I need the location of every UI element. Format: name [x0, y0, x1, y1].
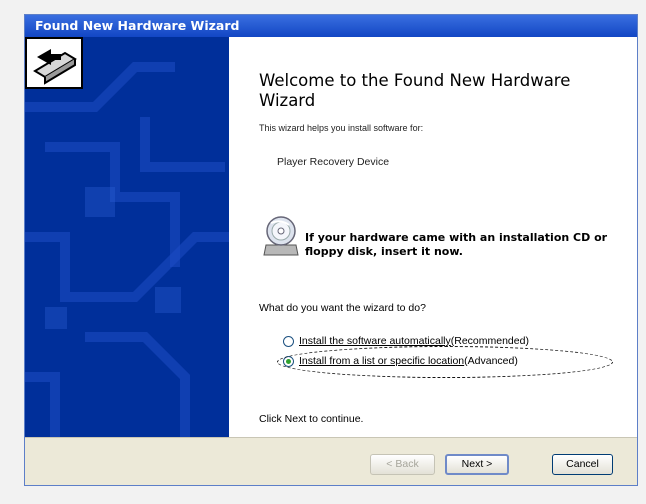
wizard-window: Found New Hardware Wizard Welcome to the… [24, 14, 638, 486]
wizard-content: Welcome to the Found New Hardware Wizard… [229, 37, 637, 437]
continue-text: Click Next to continue. [259, 413, 364, 425]
circuit-pattern-graphic [25, 62, 229, 437]
window-title: Found New Hardware Wizard [25, 15, 637, 37]
page-title: Welcome to the Found New Hardware Wizard [259, 71, 571, 110]
cd-disc-icon [263, 216, 299, 256]
hardware-wizard-icon [25, 37, 83, 89]
next-button[interactable]: Next > [445, 454, 509, 475]
button-bar: < Back Next > Cancel [25, 437, 637, 485]
option-install-automatically[interactable]: Install the software automatically (Reco… [283, 335, 529, 347]
wizard-question: What do you want the wizard to do? [259, 302, 426, 314]
back-button[interactable]: < Back [370, 454, 435, 475]
radio-button-icon[interactable] [283, 335, 294, 347]
cd-prompt: If your hardware came with an installati… [305, 231, 608, 258]
highlight-ellipse [277, 346, 613, 378]
device-name: Player Recovery Device [277, 156, 390, 168]
cancel-button[interactable]: Cancel [552, 454, 613, 475]
intro-text: This wizard helps you install software f… [259, 123, 424, 133]
wizard-sidebar-banner [25, 37, 229, 437]
